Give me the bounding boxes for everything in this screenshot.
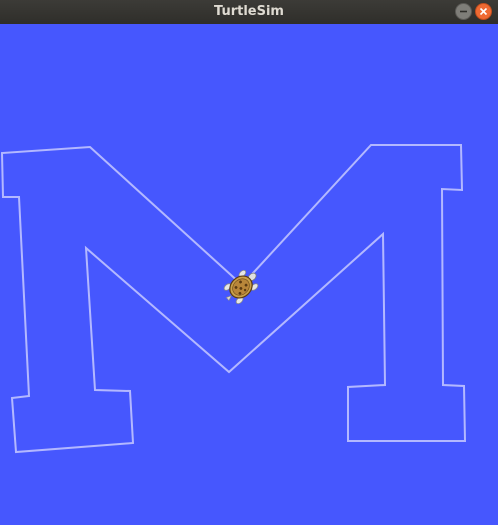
title-bar[interactable]: TurtleSim [0,0,498,24]
pen-trail [0,144,467,454]
window-title: TurtleSim [214,4,284,19]
close-icon [479,7,488,16]
turtlesim-window: TurtleSim [0,0,498,525]
minimize-icon [460,10,467,13]
minimize-button[interactable] [455,3,472,20]
turtle-canvas [0,24,498,525]
drawing-surface [0,144,467,454]
close-button[interactable] [475,3,492,20]
